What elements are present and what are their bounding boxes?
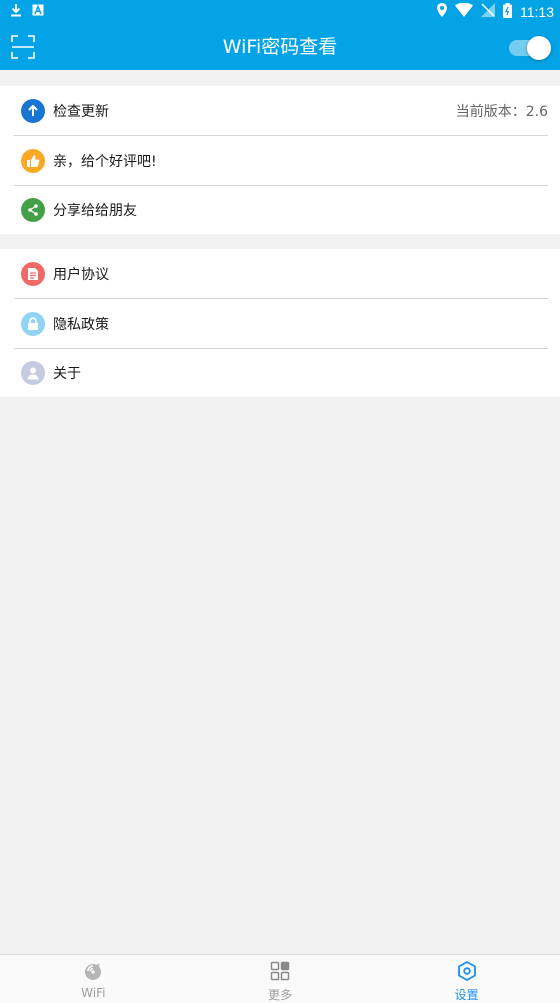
- wifi-radar-icon: [83, 961, 103, 985]
- settings-group-legal: 用户协议 隐私政策 关于: [0, 249, 560, 397]
- document-icon: [21, 261, 45, 286]
- download-icon: [10, 3, 22, 21]
- about-row[interactable]: 关于: [14, 349, 548, 397]
- lock-icon: [21, 311, 45, 336]
- nav-tab-more[interactable]: 更多: [187, 955, 374, 1003]
- check-update-row[interactable]: 检查更新 当前版本：2.6: [14, 86, 548, 136]
- app-bar: WiFi密码查看: [0, 24, 560, 70]
- rate-app-row[interactable]: 亲，给个好评吧!: [14, 136, 548, 186]
- nav-label-more: 更多: [268, 988, 293, 1002]
- arrow-up-icon: [21, 98, 45, 123]
- user-agreement-label: 用户协议: [53, 266, 109, 283]
- user-agreement-row[interactable]: 用户协议: [14, 249, 548, 299]
- wifi-toggle[interactable]: [509, 35, 551, 60]
- person-icon: [21, 361, 45, 385]
- status-bar: 11:13: [0, 0, 560, 24]
- rate-app-label: 亲，给个好评吧!: [53, 153, 157, 170]
- check-update-label: 检查更新: [53, 103, 109, 120]
- location-icon: [437, 3, 447, 21]
- settings-group-general: 检查更新 当前版本：2.6 亲，给个好评吧! 分享给给朋友: [0, 86, 560, 234]
- a-box-icon: [32, 4, 44, 20]
- settings-hex-icon: [457, 960, 477, 985]
- nav-tab-wifi[interactable]: WiFi: [0, 955, 187, 1003]
- thumbs-up-icon: [21, 148, 45, 173]
- toggle-thumb: [527, 36, 551, 60]
- privacy-policy-label: 隐私政策: [53, 316, 109, 333]
- nav-tab-settings[interactable]: 设置: [373, 955, 560, 1003]
- share-icon: [21, 198, 45, 222]
- share-label: 分享给给朋友: [53, 203, 137, 219]
- status-time: 11:13: [520, 4, 554, 20]
- privacy-policy-row[interactable]: 隐私政策: [14, 299, 548, 349]
- wifi-signal-icon: [455, 2, 473, 21]
- grid-icon: [270, 961, 290, 985]
- about-label: 关于: [53, 366, 81, 382]
- battery-icon: [503, 2, 512, 22]
- bottom-navigation: WiFi 更多 设置: [0, 954, 560, 1003]
- current-version: 当前版本：2.6: [455, 103, 548, 120]
- nav-label-wifi: WiFi: [81, 986, 106, 1000]
- nav-label-settings: 设置: [454, 988, 479, 1002]
- page-title: WiFi密码查看: [222, 36, 338, 58]
- no-sim-icon: [481, 3, 495, 21]
- share-row[interactable]: 分享给给朋友: [14, 186, 548, 234]
